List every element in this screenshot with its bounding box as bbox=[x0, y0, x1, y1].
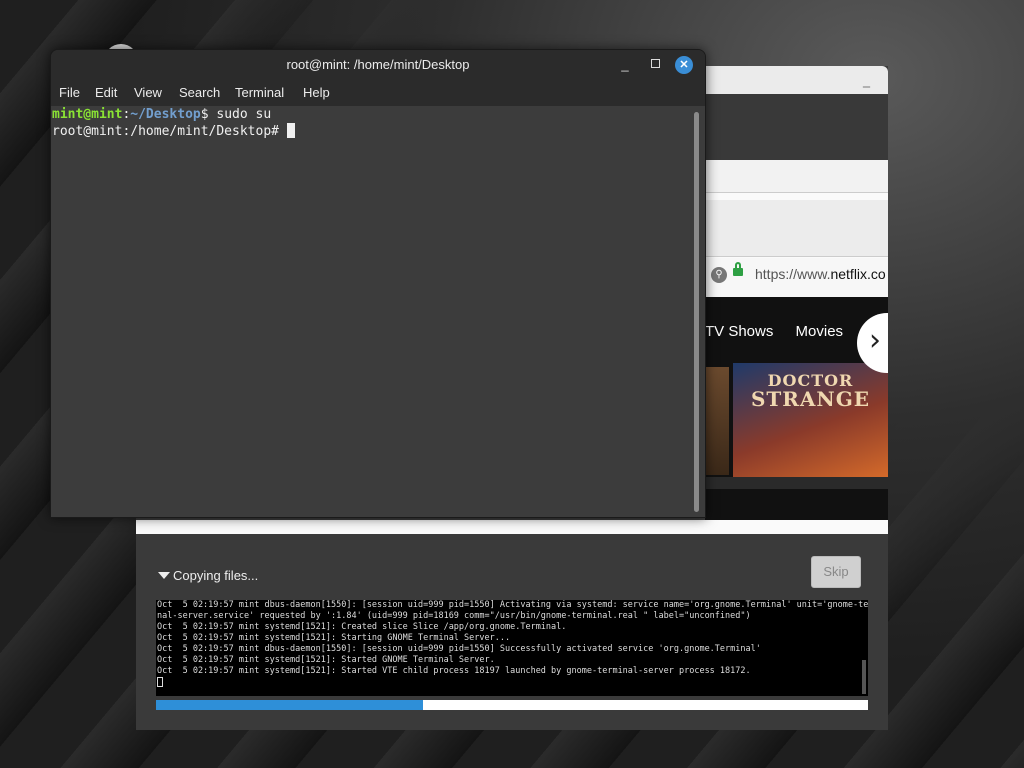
poster-title-2: STRANGE bbox=[750, 387, 871, 411]
prompt-user: mint@mint bbox=[52, 107, 123, 122]
log-scrollbar[interactable] bbox=[862, 660, 866, 694]
poster-thumbnail bbox=[705, 367, 729, 475]
root-prompt: root@mint:/home/mint/Desktop# bbox=[52, 124, 287, 139]
nav-movies: Movies bbox=[795, 323, 844, 340]
minimize-icon[interactable]: _ bbox=[863, 72, 870, 88]
install-log[interactable]: Oct 5 02:19:57 mint dbus-daemon[1550]: [… bbox=[156, 600, 868, 696]
log-line: Oct 5 02:19:57 mint dbus-daemon[1550]: [… bbox=[157, 644, 761, 654]
log-line: Oct 5 02:19:57 mint dbus-daemon[1550]: [… bbox=[157, 600, 868, 610]
prompt-end: $ bbox=[200, 107, 217, 122]
terminal-menubar: File Edit View Search Terminal Help bbox=[51, 80, 705, 106]
minimize-icon[interactable]: _ bbox=[615, 55, 635, 75]
menu-edit[interactable]: Edit bbox=[95, 85, 117, 100]
status-expander[interactable]: Copying files... bbox=[158, 568, 258, 583]
menu-terminal[interactable]: Terminal bbox=[235, 85, 284, 100]
terminal-scrollbar[interactable] bbox=[694, 112, 699, 512]
log-line: Oct 5 02:19:57 mint systemd[1521]: Start… bbox=[157, 633, 511, 643]
menu-view[interactable]: View bbox=[134, 85, 162, 100]
browser-tabbar bbox=[705, 200, 888, 257]
progress-fill bbox=[156, 700, 423, 710]
netflix-page: TV Shows Movies R DOCTOR STRANGE › bbox=[705, 297, 888, 557]
installer-progress-area: Copying files... Skip Oct 5 02:19:57 min… bbox=[136, 534, 888, 730]
command-text: sudo su bbox=[216, 107, 272, 122]
terminal-line-1: mint@mint:~/Desktop$ sudo su bbox=[51, 106, 705, 123]
netflix-row-divider bbox=[705, 477, 888, 489]
prompt-path: ~/Desktop bbox=[130, 107, 201, 122]
lock-icon bbox=[733, 262, 743, 276]
progress-bar bbox=[156, 700, 868, 710]
window-title: root@mint: /home/mint/Desktop bbox=[286, 57, 470, 72]
menu-search[interactable]: Search bbox=[179, 85, 220, 100]
browser-urlbar: ⚲ https://www.netflix.co bbox=[705, 258, 888, 298]
poster-doctor-strange: DOCTOR STRANGE bbox=[733, 363, 888, 477]
menu-help[interactable]: Help bbox=[303, 85, 330, 100]
log-line: Oct 5 02:19:57 mint systemd[1521]: Start… bbox=[157, 666, 751, 676]
close-icon[interactable]: ✕ bbox=[675, 56, 693, 74]
terminal-window[interactable]: root@mint: /home/mint/Desktop _ ✕ File E… bbox=[50, 49, 706, 518]
skip-button[interactable]: Skip bbox=[811, 556, 861, 588]
maximize-icon[interactable] bbox=[645, 55, 665, 75]
terminal-line-2: root@mint:/home/mint/Desktop# bbox=[51, 123, 705, 140]
log-line: Oct 5 02:19:57 mint systemd[1521]: Creat… bbox=[157, 622, 567, 632]
log-cursor bbox=[157, 677, 163, 687]
log-cursor-line bbox=[156, 677, 868, 691]
log-line: nal-server.service' requested by ':1.84'… bbox=[157, 611, 751, 621]
browser-toolbar bbox=[705, 160, 888, 193]
status-label: Copying files... bbox=[173, 568, 259, 583]
slideshow-bottom bbox=[136, 520, 888, 534]
terminal-titlebar[interactable]: root@mint: /home/mint/Desktop _ ✕ bbox=[51, 50, 705, 80]
terminal-content[interactable]: mint@mint:~/Desktop$ sudo su root@mint:/… bbox=[51, 106, 705, 517]
text-cursor bbox=[286, 123, 295, 138]
triangle-down-icon bbox=[158, 572, 170, 579]
link-icon: ⚲ bbox=[711, 267, 727, 283]
log-line: Oct 5 02:19:57 mint systemd[1521]: Start… bbox=[157, 655, 495, 665]
url-text: https://www.netflix.co bbox=[755, 266, 886, 282]
menu-file[interactable]: File bbox=[59, 85, 80, 100]
nav-tv-shows: TV Shows bbox=[705, 323, 774, 340]
